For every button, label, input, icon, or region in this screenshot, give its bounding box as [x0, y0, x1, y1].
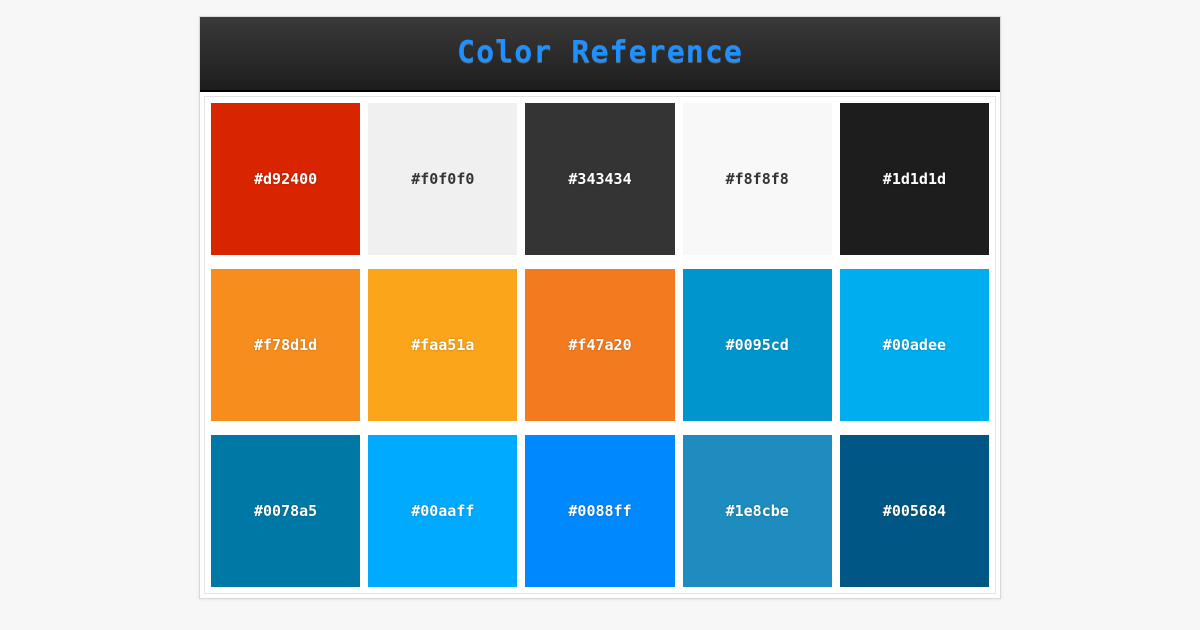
swatch-hex-label: #f8f8f8	[726, 170, 789, 188]
swatch-row: #0078a5 #00aaff #0088ff #1e8cbe #005684	[211, 435, 989, 587]
color-swatch: #1d1d1d	[840, 103, 989, 255]
swatch-hex-label: #f47a20	[568, 336, 631, 354]
color-swatch: #005684	[840, 435, 989, 587]
color-swatch: #00adee	[840, 269, 989, 421]
swatch-hex-label: #00aaff	[411, 502, 474, 520]
color-swatch: #343434	[525, 103, 674, 255]
color-swatch: #f0f0f0	[368, 103, 517, 255]
swatch-hex-label: #f0f0f0	[411, 170, 474, 188]
color-swatch: #faa51a	[368, 269, 517, 421]
color-swatch: #00aaff	[368, 435, 517, 587]
swatch-hex-label: #343434	[568, 170, 631, 188]
swatch-hex-label: #005684	[883, 502, 946, 520]
swatch-row: #d92400 #f0f0f0 #343434 #f8f8f8 #1d1d1d	[211, 103, 989, 255]
color-swatch: #d92400	[211, 103, 360, 255]
swatch-grid: #d92400 #f0f0f0 #343434 #f8f8f8 #1d1d1d #f78d…	[204, 96, 996, 594]
swatch-hex-label: #d92400	[254, 170, 317, 188]
swatch-hex-label: #0088ff	[568, 502, 631, 520]
swatch-hex-label: #1e8cbe	[726, 502, 789, 520]
swatch-row: #f78d1d #faa51a #f47a20 #0095cd #00adee	[211, 269, 989, 421]
color-swatch: #0088ff	[525, 435, 674, 587]
color-swatch: #f8f8f8	[683, 103, 832, 255]
swatch-hex-label: #1d1d1d	[883, 170, 946, 188]
swatch-hex-label: #0078a5	[254, 502, 317, 520]
color-reference-panel: Color Reference #d92400 #f0f0f0 #343434 #f8…	[199, 16, 1001, 599]
color-swatch: #0078a5	[211, 435, 360, 587]
color-swatch: #1e8cbe	[683, 435, 832, 587]
swatch-hex-label: #f78d1d	[254, 336, 317, 354]
page-title: Color Reference	[200, 35, 1000, 70]
color-swatch: #f47a20	[525, 269, 674, 421]
color-swatch: #f78d1d	[211, 269, 360, 421]
swatch-hex-label: #faa51a	[411, 336, 474, 354]
swatch-hex-label: #00adee	[883, 336, 946, 354]
panel-header: Color Reference	[200, 17, 1000, 92]
swatch-hex-label: #0095cd	[726, 336, 789, 354]
color-swatch: #0095cd	[683, 269, 832, 421]
